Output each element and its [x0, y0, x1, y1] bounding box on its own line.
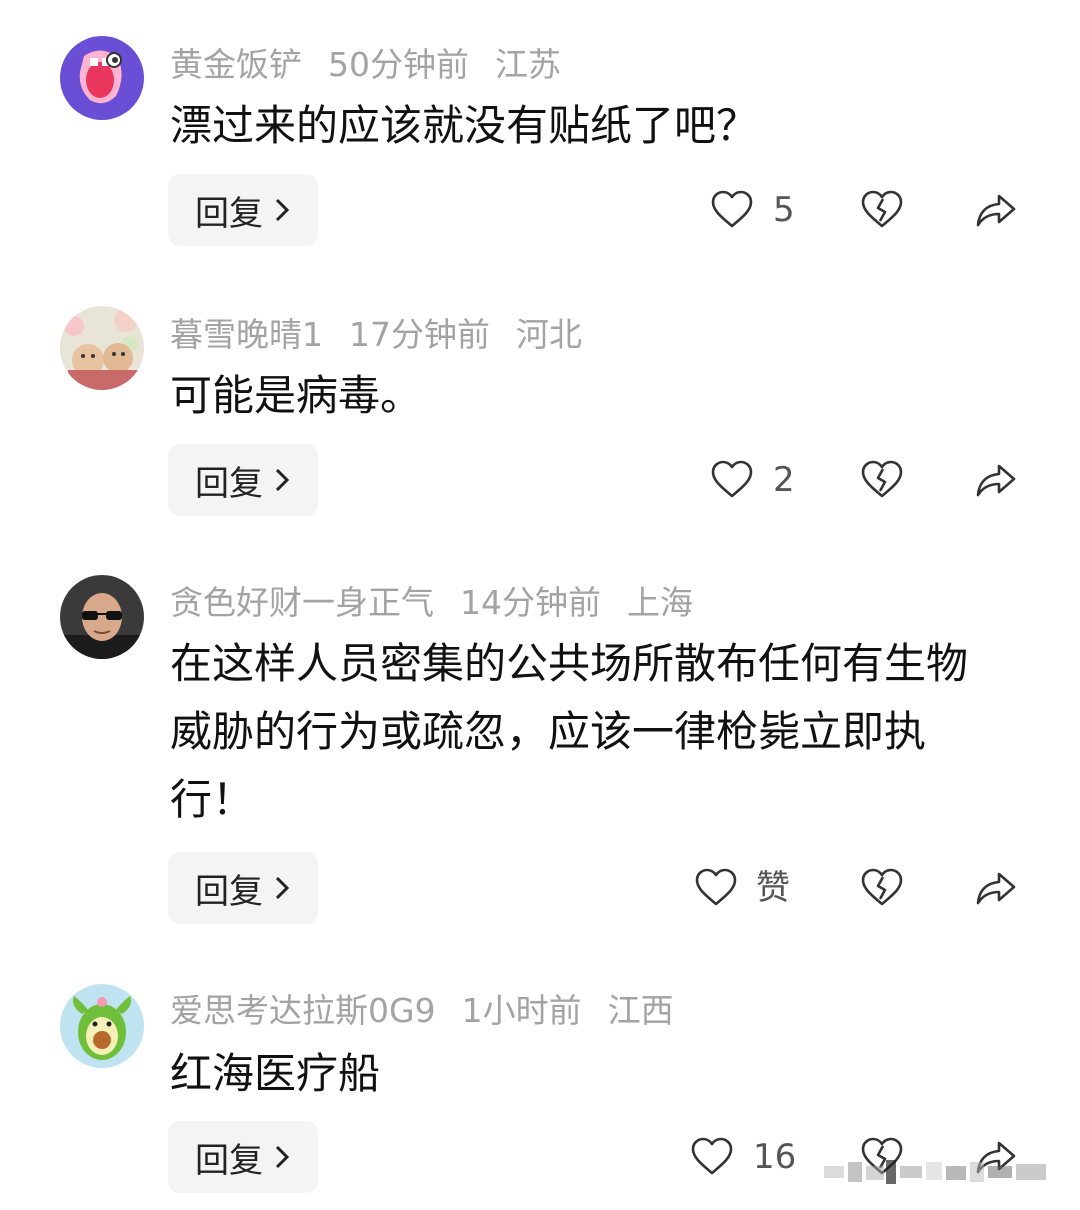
like-label: 赞	[756, 868, 790, 908]
like-count: 16	[753, 1137, 797, 1177]
avatar[interactable]	[60, 984, 144, 1068]
heart-outline-icon[interactable]	[710, 188, 754, 232]
timestamp: 14分钟前	[460, 583, 601, 622]
like-count: 5	[773, 190, 795, 230]
comment-meta: 黄金饭铲 50分钟前 江苏	[170, 40, 587, 84]
share-arrow-icon[interactable]	[974, 188, 1018, 232]
comment-meta: 暮雪晚晴1 17分钟前 河北	[170, 310, 608, 354]
avatar[interactable]	[60, 575, 144, 659]
location: 江苏	[495, 45, 561, 84]
username[interactable]: 爱思考达拉斯0G9	[170, 984, 436, 1032]
broken-heart-icon[interactable]	[860, 866, 904, 910]
comment-actions: 2	[0, 444, 1080, 516]
timestamp: 50分钟前	[328, 45, 469, 84]
avatar[interactable]	[60, 306, 144, 390]
timestamp: 1小时前	[461, 991, 582, 1030]
comment-meta: 贪色好财一身正气 14分钟前 上海	[170, 578, 719, 622]
watermark	[824, 1160, 1046, 1184]
username[interactable]: 黄金饭铲	[170, 38, 302, 86]
like-count: 2	[773, 460, 795, 500]
comment-meta: 爱思考达拉斯0G9 1小时前 江西	[170, 986, 700, 1030]
location: 河北	[516, 315, 582, 354]
broken-heart-icon[interactable]	[860, 188, 904, 232]
timestamp: 17分钟前	[349, 315, 490, 354]
location: 江西	[607, 991, 674, 1030]
broken-heart-icon[interactable]	[860, 458, 904, 502]
heart-outline-icon[interactable]	[694, 866, 738, 910]
comment-text: 红海医疗船	[170, 1049, 381, 1098]
comment-text: 漂过来的应该就没有贴纸了吧？	[170, 101, 759, 150]
share-arrow-icon[interactable]	[974, 458, 1018, 502]
heart-outline-icon[interactable]	[710, 458, 754, 502]
location: 上海	[627, 583, 693, 622]
heart-outline-icon[interactable]	[690, 1135, 734, 1179]
comment-text: 在这样人员密集的公共场所散布任何有生物威胁的行为或疏忽，应该一律枪毙立即执行！	[170, 639, 969, 824]
avatar[interactable]	[60, 36, 144, 120]
comment-actions: 5	[0, 174, 1080, 246]
username[interactable]: 暮雪晚晴1	[170, 308, 323, 356]
comment-text: 可能是病毒。	[170, 371, 423, 420]
username[interactable]: 贪色好财一身正气	[170, 576, 434, 624]
share-arrow-icon[interactable]	[974, 866, 1018, 910]
comment-actions: 赞	[0, 852, 1080, 924]
